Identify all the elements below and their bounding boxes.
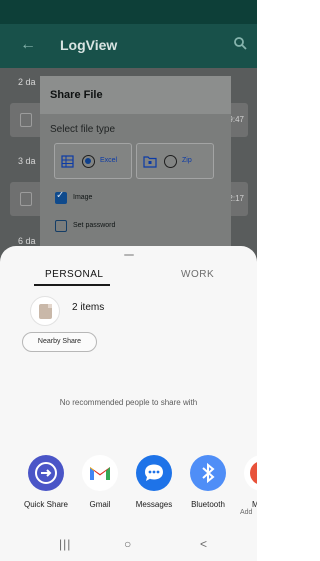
shared-items-count: 2 items: [72, 302, 105, 313]
excel-radio[interactable]: [82, 155, 95, 168]
share-apps-row: Quick Share Gmail Messages Bluetooth M A…: [0, 455, 257, 519]
no-recommendations-text: No recommended people to share with: [59, 398, 198, 407]
partial-app-icon: [244, 455, 257, 491]
log-group-header: 3 da: [18, 156, 36, 166]
log-group-header: 6 da: [18, 236, 36, 246]
set-password-label: Set password: [73, 222, 116, 229]
quick-share-icon: [28, 455, 64, 491]
shared-items-thumbnail: [30, 296, 60, 326]
zip-radio[interactable]: [164, 155, 177, 168]
zip-option[interactable]: Zip: [136, 143, 214, 179]
app-label: Bluetooth: [191, 500, 225, 509]
file-icon: [20, 113, 32, 127]
partial-app[interactable]: M Add: [238, 455, 257, 516]
zip-label: Zip: [182, 157, 192, 164]
tab-work[interactable]: WORK: [181, 269, 214, 280]
back-button[interactable]: <: [200, 537, 207, 551]
set-password-checkbox[interactable]: [55, 220, 67, 232]
home-button[interactable]: ○: [124, 537, 131, 551]
image-checkbox[interactable]: [55, 190, 67, 204]
dialog-title: Share File: [40, 76, 231, 114]
active-tab-indicator: [34, 284, 110, 286]
image-checkbox-label: Image: [73, 194, 93, 201]
app-title: LogView: [60, 37, 118, 53]
zip-folder-icon: [143, 156, 157, 168]
excel-file-icon: [61, 155, 74, 168]
tab-personal[interactable]: PERSONAL: [45, 269, 103, 280]
excel-option[interactable]: Excel: [54, 143, 132, 179]
app-label: M: [252, 500, 257, 509]
drag-handle[interactable]: [124, 254, 134, 256]
messages-app[interactable]: Messages: [130, 455, 178, 509]
document-icon: [39, 304, 52, 319]
recents-button[interactable]: |||: [59, 537, 71, 551]
excel-label: Excel: [100, 157, 118, 164]
system-navigation-bar: ||| ○ <: [0, 527, 257, 561]
app-label: Gmail: [89, 500, 111, 509]
app-label: Quick Share: [23, 500, 69, 509]
status-bar: [0, 0, 257, 24]
bluetooth-app[interactable]: Bluetooth: [184, 455, 232, 509]
quick-share-app[interactable]: Quick Share: [22, 455, 70, 509]
log-group-header: 2 da: [18, 77, 36, 87]
app-label: Messages: [135, 500, 173, 509]
gmail-icon: [82, 455, 118, 491]
app-bar: ← LogView: [0, 24, 257, 68]
messages-icon: [136, 455, 172, 491]
app-sub-label: Add: [240, 509, 253, 516]
file-icon: [20, 192, 32, 206]
back-arrow-icon[interactable]: ←: [20, 36, 36, 54]
gmail-app[interactable]: Gmail: [76, 455, 124, 509]
bluetooth-icon: [190, 455, 226, 491]
dialog-subtitle: Select file type: [50, 124, 116, 135]
search-icon[interactable]: [233, 36, 247, 50]
nearby-share-button[interactable]: Nearby Share: [22, 332, 97, 352]
share-sheet: PERSONAL WORK 2 items Nearby Share No re…: [0, 246, 257, 561]
